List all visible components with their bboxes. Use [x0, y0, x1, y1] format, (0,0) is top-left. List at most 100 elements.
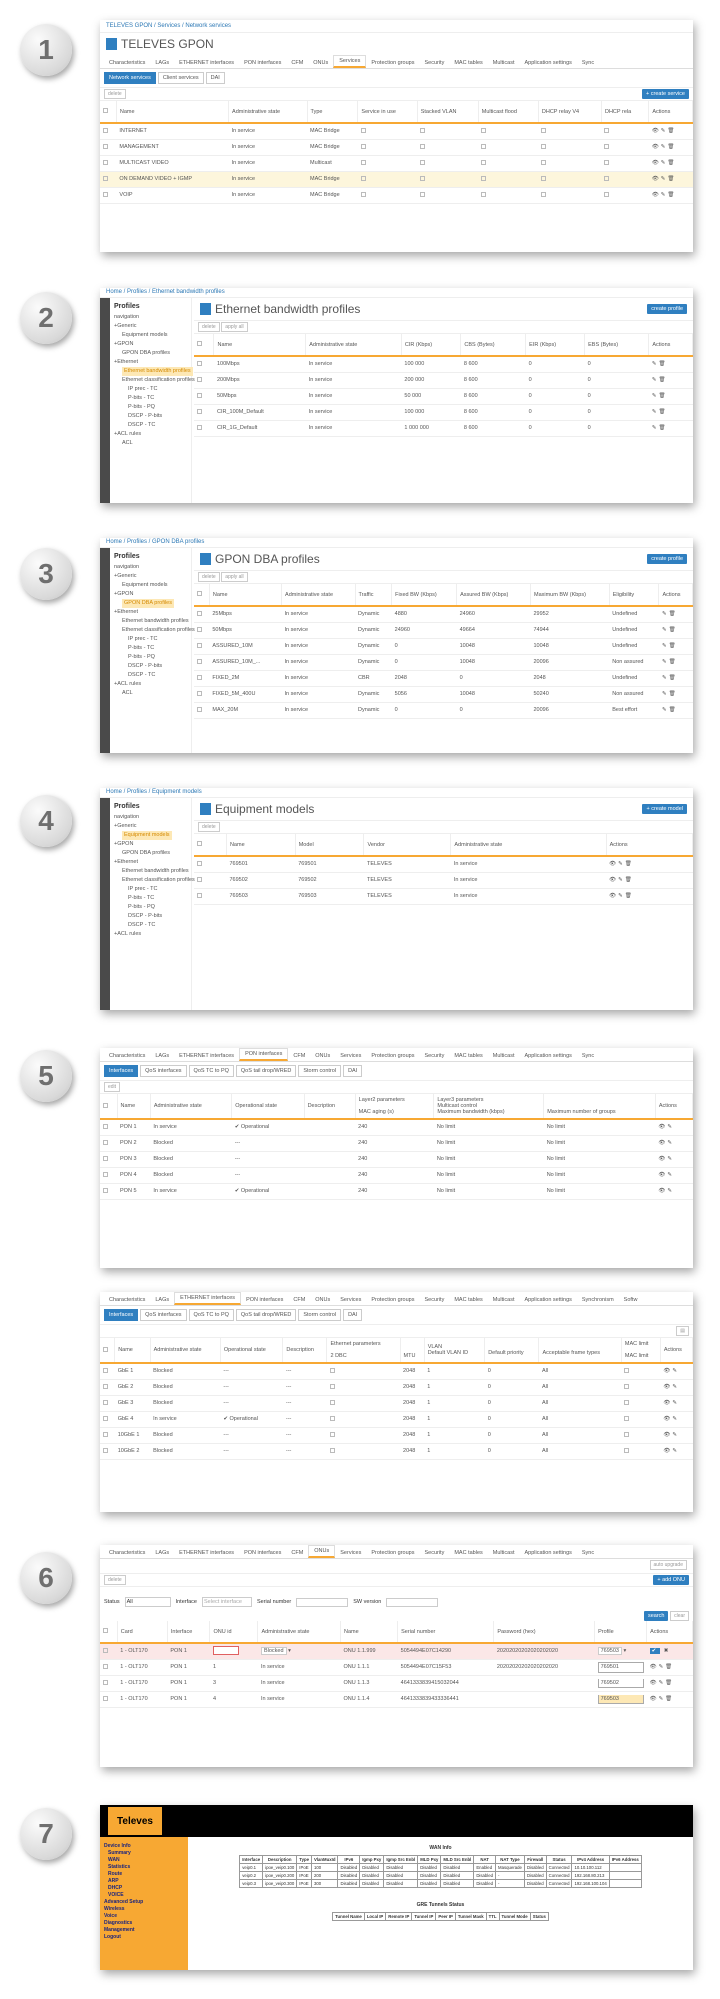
menu-wireless[interactable]: Wireless	[104, 1906, 184, 1913]
tab-lags[interactable]: LAGs	[150, 1051, 174, 1061]
tab-security[interactable]: Security	[419, 1295, 449, 1305]
table-row[interactable]: PON 3 Blocked --- 240 No limit No limit 👁✎	[100, 1151, 693, 1168]
serial-input[interactable]	[296, 1597, 349, 1607]
col-name[interactable]: Name	[116, 101, 230, 124]
tab-mac[interactable]: MAC tables	[449, 58, 487, 68]
tab-services[interactable]: Services	[335, 1548, 366, 1558]
table-row[interactable]: 769503 769503 TELEVES In service 👁✎🗑	[194, 888, 693, 905]
table-row[interactable]: GbE 2 Blocked --- --- 2048 1 0 All 👁✎	[100, 1379, 693, 1396]
delete-button[interactable]: delete	[104, 89, 126, 99]
table-row[interactable]: 1 - OLT170 PON 1 3 In service ONU 1.1.3 46413…	[100, 1675, 693, 1692]
create-profile-button[interactable]: create profile	[647, 554, 687, 564]
tab-multicast[interactable]: Multicast	[488, 1051, 520, 1061]
menu-management[interactable]: Management	[104, 1927, 184, 1934]
table-row[interactable]: 50Mbps In service 50 000 8 600 0 0 ✎🗑	[194, 388, 693, 405]
table-row[interactable]: VOIP In service MAC Bridge 👁✎🗑	[100, 187, 693, 204]
table-row[interactable]: ASSURED_10M In service Dynamic 0 10048 10048 U…	[194, 638, 693, 655]
subtab-qos[interactable]: QoS interfaces	[140, 1309, 187, 1321]
tab-pon[interactable]: PON interfaces	[239, 58, 286, 68]
subtab-client[interactable]: Client services	[157, 72, 204, 84]
tab-ethernet[interactable]: ETHERNET interfaces	[174, 1548, 239, 1558]
menu-advanced[interactable]: Advanced Setup	[104, 1899, 184, 1906]
table-row[interactable]: 10GbE 2 Blocked --- --- 2048 1 0 All 👁✎	[100, 1443, 693, 1460]
apply-button[interactable]: apply all	[221, 322, 248, 332]
delete-button[interactable]: delete	[198, 572, 220, 582]
subtab-storm[interactable]: Storm control	[298, 1065, 342, 1077]
table-row[interactable]: MANAGEMENT In service MAC Bridge 👁✎🗑	[100, 139, 693, 156]
profile-select[interactable]: 769503	[597, 1647, 622, 1656]
confirm-icon[interactable]: ✔	[649, 1648, 661, 1655]
tab-characteristics[interactable]: Characteristics	[104, 1295, 150, 1305]
tab-cfm[interactable]: CFM	[288, 1051, 310, 1061]
table-row[interactable]: CIR_100M_Default In service 100 000 8 600 0 0…	[194, 404, 693, 421]
tab-ethernet[interactable]: ETHERNET interfaces	[174, 1051, 239, 1061]
dropdown-option[interactable]: 769502	[597, 1678, 644, 1688]
subtab-dai[interactable]: DAI	[343, 1065, 363, 1077]
table-row[interactable]: INTERNET In service MAC Bridge 👁✎🗑	[100, 123, 693, 140]
table-row[interactable]: 200Mbps In service 200 000 8 600 0 0 ✎🗑	[194, 372, 693, 389]
subtab-qos-tc[interactable]: QoS TC to PQ	[188, 1065, 234, 1077]
subtab-interfaces[interactable]: Interfaces	[104, 1065, 139, 1077]
table-row[interactable]: MULTICAST VIDEO In service Multicast 👁✎🗑	[100, 155, 693, 172]
menu-summary[interactable]: Summary	[104, 1850, 184, 1857]
tab-app[interactable]: Application settings	[519, 1295, 576, 1305]
table-row[interactable]: CIR_1G_Default In service 1 000 000 8 600 0 0…	[194, 420, 693, 437]
table-row[interactable]: GbE 3 Blocked --- --- 2048 1 0 All 👁✎	[100, 1395, 693, 1412]
menu-logout[interactable]: Logout	[104, 1934, 184, 1941]
table-row[interactable]: 1 - OLT170 PON 1 4 In service ONU 1.1.4 46413…	[100, 1691, 693, 1708]
auto-upgrade-button[interactable]: auto upgrade	[649, 1560, 687, 1570]
table-row[interactable]: GbE 1 Blocked --- --- 2048 1 0 All 👁✎	[100, 1363, 693, 1380]
breadcrumb[interactable]: Home / Profiles / Equipment models	[100, 788, 693, 798]
tab-lags[interactable]: LAGs	[150, 1548, 174, 1558]
tab-pon[interactable]: PON interfaces	[239, 1548, 286, 1558]
breadcrumb[interactable]: Home / Profiles / Ethernet bandwidth pro…	[100, 288, 693, 298]
dropdown-option-selected[interactable]: 769503	[597, 1694, 644, 1704]
tab-characteristics[interactable]: Characteristics	[104, 58, 150, 68]
tab-pon[interactable]: PON interfaces	[239, 1048, 289, 1061]
table-row[interactable]: 10GbE 1 Blocked --- --- 2048 1 0 All 👁✎	[100, 1427, 693, 1444]
tab-characteristics[interactable]: Characteristics	[104, 1548, 150, 1558]
table-row[interactable]: FIXED_5M_400U In service Dynamic 5056 10048 5…	[194, 686, 693, 703]
subtab-storm[interactable]: Storm control	[298, 1309, 342, 1321]
table-row[interactable]: MAX_20M In service Dynamic 0 0 20096 Best effo…	[194, 702, 693, 719]
tab-security[interactable]: Security	[419, 1051, 449, 1061]
tab-mac[interactable]: MAC tables	[449, 1051, 487, 1061]
create-profile-button[interactable]: create profile	[647, 304, 687, 314]
menu-voice-info[interactable]: VOICE	[104, 1892, 184, 1899]
interface-select[interactable]: Select interface	[202, 1597, 252, 1607]
subtab-wred[interactable]: QoS tail drop/WRED	[235, 1309, 297, 1321]
menu-arp[interactable]: ARP	[104, 1878, 184, 1885]
table-row[interactable]: PON 4 Blocked --- 240 No limit No limit 👁✎	[100, 1167, 693, 1184]
table-row[interactable]: PON 1 In service ✔ Operational 240 No limit N…	[100, 1119, 693, 1136]
tab-protection[interactable]: Protection groups	[366, 1051, 419, 1061]
subtab-network[interactable]: Network services	[104, 72, 156, 84]
tab-app[interactable]: Application settings	[519, 1051, 576, 1061]
table-row[interactable]: 50Mbps In service Dynamic 24960 49664 74944 Un…	[194, 622, 693, 639]
tab-security[interactable]: Security	[419, 58, 449, 68]
col-type[interactable]: Type	[307, 101, 359, 124]
subtab-wred[interactable]: QoS tail drop/WRED	[235, 1065, 297, 1077]
subtab-interfaces[interactable]: Interfaces	[104, 1309, 139, 1321]
menu-voice[interactable]: Voice	[104, 1913, 184, 1920]
tab-protection[interactable]: Protection groups	[366, 1548, 419, 1558]
tab-cfm[interactable]: CFM	[286, 1548, 308, 1558]
subtab-dai[interactable]: DAI	[205, 72, 225, 84]
tab-onus[interactable]: ONUs	[308, 58, 333, 68]
tab-app[interactable]: Application settings	[519, 1548, 576, 1558]
subtab-dai[interactable]: DAI	[343, 1309, 363, 1321]
table-row[interactable]: PON 5 In service ✔ Operational 240 No limit N…	[100, 1183, 693, 1200]
cancel-icon[interactable]: ✖	[664, 1648, 671, 1654]
tab-ethernet[interactable]: ETHERNET interfaces	[174, 1292, 242, 1305]
tab-sync[interactable]: Synchronism	[577, 1295, 619, 1305]
breadcrumb[interactable]: Home / Profiles / GPON DBA profiles	[100, 538, 693, 548]
tab-protection[interactable]: Protection groups	[366, 58, 419, 68]
tab-security[interactable]: Security	[419, 1548, 449, 1558]
tab-sync[interactable]: Sync	[577, 1051, 599, 1061]
tab-characteristics[interactable]: Characteristics	[104, 1051, 150, 1061]
tab-multicast[interactable]: Multicast	[488, 58, 520, 68]
menu-statistics[interactable]: Statistics	[104, 1864, 184, 1871]
tab-mac[interactable]: MAC tables	[449, 1295, 487, 1305]
menu-wan[interactable]: WAN	[104, 1857, 184, 1864]
table-row[interactable]: 769501 769501 TELEVES In service 👁✎🗑	[194, 856, 693, 873]
tab-app[interactable]: Application settings	[519, 58, 576, 68]
